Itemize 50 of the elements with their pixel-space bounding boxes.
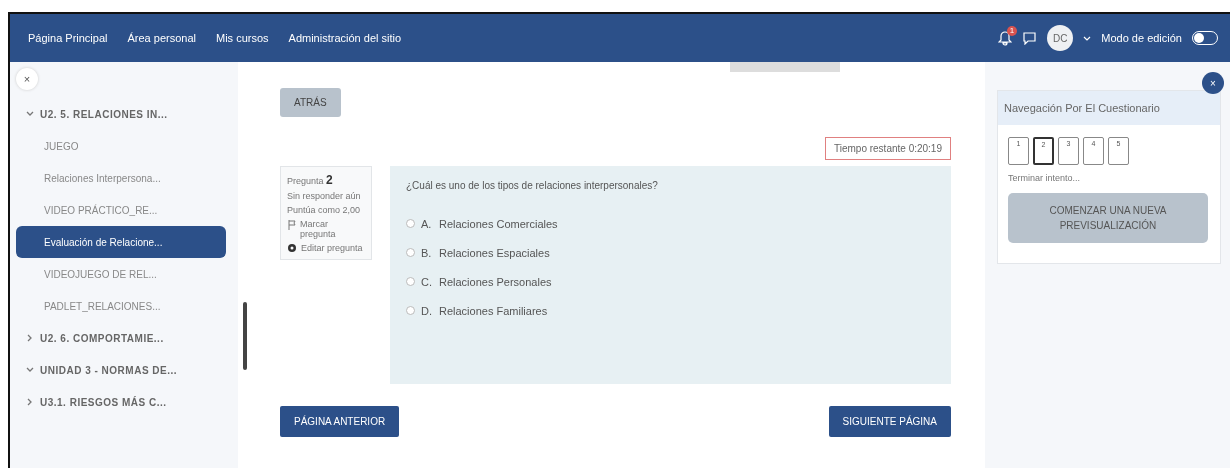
activity-item[interactable]: JUEGO: [16, 130, 226, 162]
card-title: Navegación Por El Cuestionario: [998, 91, 1220, 126]
finish-attempt-link[interactable]: Terminar intento...: [1008, 173, 1210, 184]
option-letter: A.: [421, 217, 433, 230]
nav-link[interactable]: Mis cursos: [216, 32, 269, 44]
question-text: ¿Cuál es uno de los tipos de relaciones interpersonales?: [406, 180, 659, 191]
section-item[interactable]: U2. 5. RELACIONES IN...: [16, 98, 226, 130]
timer: Tiempo restante 0:20:19: [824, 137, 951, 160]
question-status: Sin responder aún: [287, 191, 362, 201]
question-number: Pregunta 2: [287, 173, 334, 187]
radio-button[interactable]: [406, 219, 415, 228]
option-letter: B.: [421, 246, 433, 259]
bell-icon: [998, 30, 1013, 46]
next-page-button[interactable]: SIGUIENTE PÁGINA: [828, 406, 951, 437]
user-avatar[interactable]: DC: [1047, 25, 1074, 51]
section-item[interactable]: U3.1. RIESGOS MÁS C...: [16, 386, 226, 418]
notification-badge: 1: [1006, 25, 1018, 36]
close-button[interactable]: ×: [1202, 72, 1224, 94]
option-label[interactable]: Relaciones Personales: [439, 275, 552, 288]
back-button[interactable]: ATRÁS: [280, 88, 341, 117]
edit-mode-label: Modo de edición: [1101, 32, 1182, 44]
question-points: Puntúa como 2,00: [287, 205, 362, 215]
flag-icon: [287, 219, 296, 230]
radio-button[interactable]: [406, 277, 415, 286]
chat-icon: [1022, 31, 1038, 45]
nav-link[interactable]: Área personal: [127, 32, 196, 44]
option-letter: D.: [421, 304, 433, 317]
radio-button[interactable]: [406, 248, 415, 257]
activity-item[interactable]: VIDEO PRÁCTICO_RE...: [16, 194, 226, 226]
section-item[interactable]: U2. 6. COMPORTAMIE...: [16, 322, 226, 354]
new-preview-button[interactable]: COMENZAR UNA NUEVA PREVISUALIZACIÓN: [1008, 193, 1208, 244]
activity-item[interactable]: Evaluación de Relacione...: [16, 226, 226, 258]
caret-icon: [1083, 35, 1092, 41]
flag-question-link[interactable]: Marcar pregunta: [300, 219, 365, 239]
option-letter: C.: [421, 275, 433, 288]
close-button[interactable]: ×: [16, 68, 38, 90]
nav-link[interactable]: Página Principal: [28, 32, 108, 44]
activity-item[interactable]: PADLET_RELACIONES...: [16, 290, 226, 322]
previous-page-button[interactable]: PÁGINA ANTERIOR: [280, 406, 400, 437]
activity-item[interactable]: VIDEOJUEGO DE REL...: [16, 258, 226, 290]
option-label[interactable]: Relaciones Espaciales: [439, 246, 550, 259]
nav-link[interactable]: Administración del sitio: [288, 32, 402, 44]
option-label[interactable]: Relaciones Comerciales: [439, 217, 558, 230]
section-item[interactable]: UNIDAD 3 - NORMAS DE...: [16, 354, 226, 386]
activity-item[interactable]: Relaciones Interpersona...: [16, 162, 226, 194]
edit-question-link[interactable]: Editar pregunta: [301, 243, 363, 253]
option-label[interactable]: Relaciones Familiares: [439, 304, 548, 317]
gear-icon: [287, 243, 297, 253]
scrollbar: [243, 302, 247, 370]
radio-button[interactable]: [406, 306, 415, 315]
